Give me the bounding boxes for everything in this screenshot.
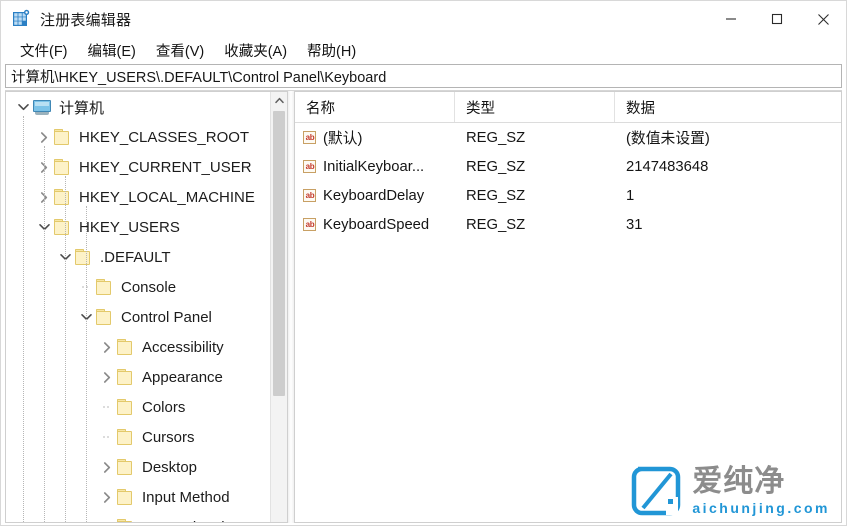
window-title: 注册表编辑器 — [40, 11, 132, 29]
folder-icon — [74, 248, 92, 266]
folder-icon — [116, 458, 134, 476]
tree-leaf-spacer — [98, 428, 116, 446]
cell-data: 31 — [626, 216, 643, 233]
cell-type: REG_SZ — [466, 216, 526, 233]
menu-view[interactable]: 查看(V) — [147, 38, 213, 64]
folder-icon — [95, 278, 113, 296]
tree-leaf-spacer — [98, 398, 116, 416]
folder-icon — [53, 128, 71, 146]
tree-node-label: Cursors — [142, 428, 195, 446]
string-value-icon: ab — [302, 188, 318, 204]
cell-type: REG_SZ — [466, 187, 526, 204]
tree-node-label: Appearance — [142, 368, 223, 386]
string-value-icon: ab — [302, 130, 318, 146]
cell-name: ab (默认) — [295, 127, 455, 148]
folder-icon — [116, 338, 134, 356]
chevron-right-icon[interactable] — [98, 518, 116, 522]
cell-name: ab KeyboardSpeed — [295, 217, 455, 233]
registry-editor-icon — [11, 9, 31, 29]
menu-file[interactable]: 文件(F) — [11, 38, 77, 64]
folder-icon — [53, 188, 71, 206]
values-column-headers: 名称 类型 数据 — [295, 92, 841, 123]
tree-node-label: International — [142, 519, 231, 523]
tree-guide-line — [86, 206, 88, 522]
tree-guide-line — [44, 146, 46, 522]
chevron-right-icon[interactable] — [98, 488, 116, 506]
cell-data: 1 — [626, 187, 635, 204]
cell-name: ab KeyboardDelay — [295, 188, 455, 204]
tree-node-label: Control Panel — [121, 308, 212, 326]
cell-type: REG_SZ — [466, 129, 526, 146]
tree-vertical-scrollbar[interactable] — [270, 92, 287, 522]
chevron-right-icon[interactable] — [98, 338, 116, 356]
table-row[interactable]: ab (默认) REG_SZ (数值未设置) — [295, 123, 841, 152]
menu-bar: 文件(F) 编辑(E) 查看(V) 收藏夹(A) 帮助(H) — [1, 37, 846, 64]
folder-icon — [116, 368, 134, 386]
computer-icon — [32, 99, 52, 116]
address-bar[interactable]: 计算机\HKEY_USERS\.DEFAULT\Control Panel\Ke… — [5, 64, 842, 88]
tree-node-label: Accessibility — [142, 338, 224, 356]
string-value-icon: ab — [302, 159, 318, 175]
folder-icon — [95, 308, 113, 326]
folder-icon — [116, 518, 134, 522]
menu-help[interactable]: 帮助(H) — [298, 38, 365, 64]
chevron-right-icon[interactable] — [35, 128, 53, 146]
tree-node-label: HKEY_USERS — [79, 218, 180, 236]
tree-node-label: .DEFAULT — [100, 248, 171, 266]
maximize-button[interactable] — [754, 1, 800, 37]
column-header-data[interactable]: 数据 — [615, 92, 841, 122]
chevron-down-icon[interactable] — [14, 98, 32, 116]
registry-values-pane: 名称 类型 数据 ab (默认) REG_SZ (数值未设置) ab InitialKey… — [295, 91, 842, 523]
scrollbar-thumb[interactable] — [273, 111, 285, 396]
tree-node-label: HKEY_CLASSES_ROOT — [79, 128, 250, 146]
value-name: KeyboardSpeed — [323, 216, 430, 233]
address-bar-container: 计算机\HKEY_USERS\.DEFAULT\Control Panel\Ke… — [1, 64, 846, 88]
title-bar: 注册表编辑器 — [1, 1, 846, 37]
folder-icon — [116, 488, 134, 506]
tree-guide-line — [65, 176, 67, 522]
tree-node-label: Console — [121, 278, 177, 296]
tree-node-label: Desktop — [142, 458, 198, 476]
chevron-right-icon[interactable] — [98, 368, 116, 386]
values-list: ab (默认) REG_SZ (数值未设置) ab InitialKeyboar... RE… — [295, 123, 841, 239]
table-row[interactable]: ab KeyboardSpeed REG_SZ 31 — [295, 210, 841, 239]
column-header-name[interactable]: 名称 — [295, 92, 455, 122]
value-name: (默认) — [323, 131, 363, 147]
scroll-up-icon[interactable] — [271, 92, 287, 109]
window-controls — [708, 1, 846, 37]
table-row[interactable]: ab KeyboardDelay REG_SZ 1 — [295, 181, 841, 210]
cell-data: 2147483648 — [626, 158, 709, 175]
folder-icon — [116, 428, 134, 446]
tree-node-label: Input Method — [142, 488, 230, 506]
table-row[interactable]: ab InitialKeyboar... REG_SZ 2147483648 — [295, 152, 841, 181]
cell-name: ab InitialKeyboar... — [295, 159, 455, 175]
minimize-button[interactable] — [708, 1, 754, 37]
registry-editor-window: 注册表编辑器 文件(F) 编辑(E) 查看(V) 收藏夹(A) 帮助(H) 计算… — [0, 0, 847, 526]
string-value-icon: ab — [302, 217, 318, 233]
tree-node-label: HKEY_CURRENT_USER — [79, 158, 252, 176]
registry-tree[interactable]: 计算机 HKEY_CLASSES_ROOT HKEY_CURRENT_USER HKE… — [6, 92, 271, 522]
tree-node-label: 计算机 — [59, 99, 105, 117]
content-panes: 计算机 HKEY_CLASSES_ROOT HKEY_CURRENT_USER HKE… — [5, 90, 842, 523]
registry-tree-pane: 计算机 HKEY_CLASSES_ROOT HKEY_CURRENT_USER HKE… — [5, 91, 287, 523]
tree-guide-line — [23, 116, 25, 522]
close-button[interactable] — [800, 1, 846, 37]
column-header-type[interactable]: 类型 — [455, 92, 615, 122]
tree-node-label: HKEY_LOCAL_MACHINE — [79, 188, 255, 206]
folder-icon — [116, 398, 134, 416]
folder-icon — [53, 218, 71, 236]
menu-favorites[interactable]: 收藏夹(A) — [215, 38, 296, 64]
folder-icon — [53, 158, 71, 176]
value-name: InitialKeyboar... — [323, 158, 425, 175]
cell-type: REG_SZ — [466, 158, 526, 175]
cell-data: (数值未设置) — [626, 131, 710, 147]
menu-edit[interactable]: 编辑(E) — [79, 38, 145, 64]
chevron-right-icon[interactable] — [98, 458, 116, 476]
value-name: KeyboardDelay — [323, 187, 425, 204]
tree-node[interactable]: 计算机 — [6, 92, 271, 122]
pane-splitter[interactable] — [287, 91, 295, 523]
tree-node-label: Colors — [142, 398, 186, 416]
